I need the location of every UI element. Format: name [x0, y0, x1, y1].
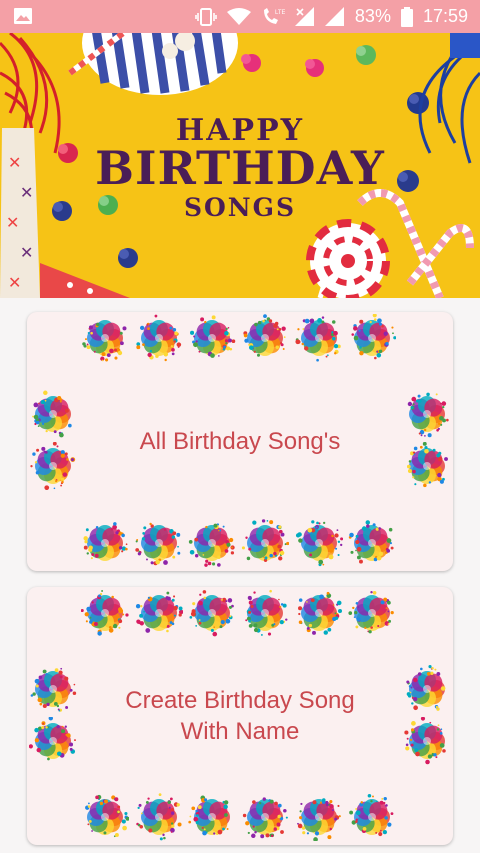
- status-bar: LTE 83% 17:59: [0, 0, 480, 33]
- striped-plate: [82, 33, 238, 95]
- lollipop: [306, 219, 390, 298]
- all-birthday-songs-card[interactable]: All Birthday Song's: [27, 312, 453, 571]
- color-burst-icon: [135, 591, 183, 633]
- header-banner: ✕ ✕ ✕ ✕ ✕ HAPPY BIRTHDAY SONGS: [0, 33, 480, 298]
- color-burst-icon: [83, 522, 128, 561]
- color-burst-icon: [297, 798, 341, 841]
- gift-bow-green: [356, 45, 376, 65]
- volte-call-icon: LTE: [263, 7, 285, 24]
- battery-icon: [400, 6, 413, 27]
- color-burst-icon: [188, 523, 235, 567]
- color-burst-icon: [190, 315, 236, 358]
- label-line: With Name: [180, 718, 300, 745]
- banner-title-songs: SONGS: [183, 193, 297, 222]
- gallery-icon: [14, 8, 32, 24]
- banner-title-birthday: BIRTHDAY: [95, 141, 385, 195]
- color-burst-icon: [295, 520, 343, 567]
- color-burst-icon: [349, 793, 394, 837]
- all-birthday-songs-label: All Birthday Song's: [139, 428, 341, 455]
- color-burst-icon: [242, 797, 288, 839]
- color-burst-icon: [295, 316, 341, 362]
- svg-text:✕: ✕: [20, 245, 33, 262]
- color-burst-icon: [85, 794, 129, 838]
- color-burst-icon: [136, 314, 182, 362]
- signal-icon: [324, 6, 344, 26]
- color-burst-icon: [189, 590, 234, 637]
- gift-bow-pink: [241, 54, 261, 72]
- create-birthday-song-label: Create Birthday Song With Name: [27, 685, 453, 747]
- color-burst-icon: [243, 314, 286, 357]
- color-burst-icon: [298, 591, 342, 635]
- color-burst-icon: [241, 519, 289, 562]
- signal-icon: [294, 6, 314, 26]
- color-burst-icon: [188, 795, 230, 836]
- color-burst-icon: [136, 793, 182, 841]
- battery-percent: 83%: [354, 6, 391, 26]
- wifi-icon: [226, 7, 251, 25]
- clock: 17:59: [422, 6, 468, 26]
- vibrate-icon: [195, 7, 217, 26]
- gift-bow-pink: [305, 59, 324, 77]
- color-burst-icon: [82, 320, 127, 362]
- color-burst-icon: [348, 590, 394, 634]
- color-burst-icon: [135, 522, 181, 566]
- gift-bow-blue: [118, 248, 138, 268]
- color-burst-icon: [245, 589, 288, 636]
- color-burst-icon: [348, 520, 394, 564]
- color-burst-icon: [81, 590, 129, 636]
- gift-bow-blue: [407, 92, 429, 114]
- svg-text:LTE: LTE: [275, 10, 285, 16]
- svg-text:✕: ✕: [8, 275, 21, 292]
- color-burst-icon: [351, 314, 396, 360]
- label-line: Create Birthday Song: [125, 687, 355, 714]
- create-birthday-song-card[interactable]: Create Birthday Song With Name: [27, 587, 453, 845]
